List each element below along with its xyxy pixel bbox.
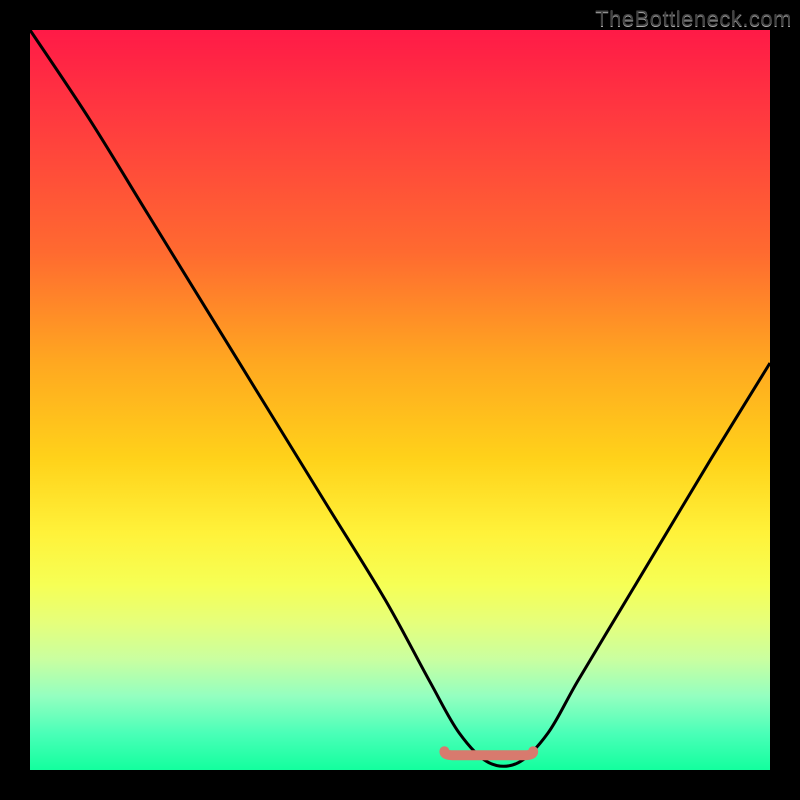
- flat-bottom-marker: [444, 751, 533, 755]
- plot-area: [30, 30, 770, 770]
- watermark-text: TheBottleneck.com: [595, 6, 792, 32]
- bottleneck-curve: [30, 30, 770, 766]
- curve-svg: [30, 30, 770, 770]
- chart-frame: TheBottleneck.com: [0, 0, 800, 800]
